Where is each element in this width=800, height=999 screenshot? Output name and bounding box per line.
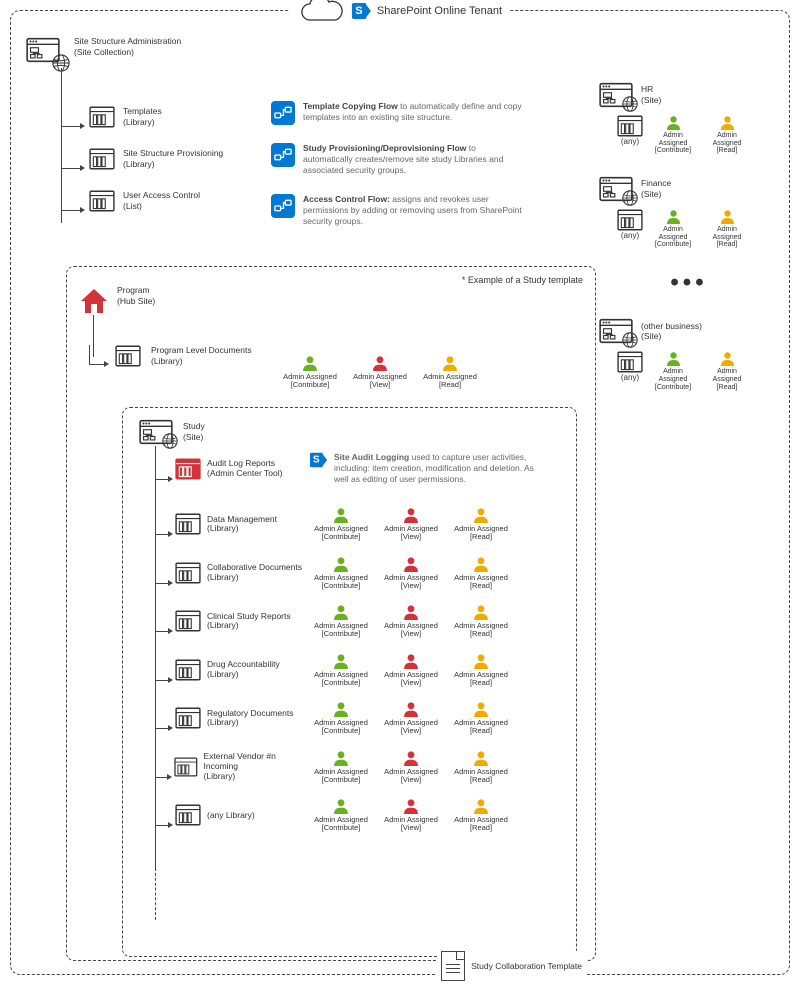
admin-label: Site Structure Administration (Site Coll… [74,36,181,68]
program-docs: Program Level Documents(Library) [89,345,252,367]
perm-contribute: Admin Assigned[Contribute] [313,604,369,639]
flow-icon [271,194,295,218]
perm-read: Admin Assigned[Read] [453,701,509,736]
perm-contribute: Admin Assigned[Contribute] [313,798,369,833]
flow-icon [271,143,295,167]
perm-contribute: Admin Assigned[Contribute] [649,115,697,155]
program-box: * Example of a Study template Program(Hu… [66,266,596,961]
business-sites: HR(Site) (any) Admin Assigned[Contribute… [599,81,779,391]
perm-read: Admin Assigned[Read] [453,750,509,785]
sharepoint-logo-icon: S [310,453,327,467]
sharepoint-logo-icon: S [352,3,371,19]
child-templates: Templates(Library) [61,106,223,128]
globe-icon [622,96,638,112]
study-head: Study(Site) [133,418,566,446]
perm-view: Admin Assigned[View] [383,556,439,591]
flows: Template Copying Flow to automatically d… [271,101,523,227]
person-icon [666,209,681,224]
flow-icon [271,101,295,125]
perm-contribute: Admin Assigned[Contribute] [313,653,369,688]
person-icon [442,355,458,371]
perm-read: Admin Assigned[Read] [453,556,509,591]
library-icon [175,562,201,584]
library-icon [175,513,201,535]
tenant-container: S SharePoint Online Tenant Site Structur… [10,10,790,975]
library-icon [617,209,643,231]
flow-template-copying: Template Copying Flow to automatically d… [271,101,523,125]
study-library-row: Clinical Study Reports(Library) Admin As… [133,604,566,639]
tenant-header: S SharePoint Online Tenant [290,0,510,26]
person-icon [720,209,735,224]
globe-icon [162,433,178,449]
admin-site: Site Structure Administration (Site Coll… [26,36,181,68]
list-icon [89,190,115,212]
perm-read: Admin Assigned[Read] [453,653,509,688]
library-icon [175,804,201,826]
library-icon [175,707,201,729]
person-icon [720,351,735,366]
study-audit: Audit Log Reports(Admin Center Tool) S S… [133,452,566,485]
perm-read: Admin Assigned[Read] [453,798,509,833]
house-icon [79,285,109,313]
study-library-row: Regulatory Documents(Library) Admin Assi… [133,701,566,736]
ellipsis: ••• [599,269,779,297]
person-icon [372,355,388,371]
example-note: * Example of a Study template [462,275,583,285]
admin-children: Templates(Library) Site Structure Provis… [61,106,223,212]
flow-study-provisioning: Study Provisioning/Deprovisioning Flow t… [271,143,523,176]
perm-view: Admin Assigned[View] [383,604,439,639]
perm-contribute: Admin Assigned[Contribute] [313,556,369,591]
library-icon [175,659,201,681]
document-icon [441,951,465,981]
perm-read: Admin Assigned[Read] [453,507,509,542]
tenant-title: SharePoint Online Tenant [377,5,502,17]
globe-icon [622,332,638,348]
library-icon [617,115,643,137]
study-library-row: Collaborative Documents(Library) Admin A… [133,556,566,591]
audit-tool-icon [175,458,201,480]
perm-read: Admin Assigned[Read] [453,604,509,639]
study-library-row: (any Library) Admin Assigned[Contribute]… [133,798,566,833]
library-icon [89,106,115,128]
person-icon [302,355,318,371]
study-box: Study(Site) Audit Log Reports(Admin Cent… [122,407,577,957]
perm-view: Admin Assigned[View] [383,653,439,688]
library-icon [617,351,643,373]
site-hr: HR(Site) (any) Admin Assigned[Contribute… [599,81,779,155]
perm-contribute: Admin Assigned[Contribute] [313,750,369,785]
site-finance: Finance(Site) (any) Admin Assigned[Contr… [599,175,779,249]
perm-view: Admin Assigned[View] [383,750,439,785]
study-library-row: Data Management(Library) Admin Assigned[… [133,507,566,542]
study-library-row: External Vendor #n Incoming(Library) Adm… [133,750,566,785]
child-access: User Access Control(List) [61,190,223,212]
program-perms: Admin Assigned[Contribute] Admin Assigne… [282,355,478,390]
library-icon [115,345,141,367]
perm-read: Admin Assigned[Read] [703,115,751,155]
program-head: Program(Hub Site) [79,285,155,313]
library-icon [174,756,198,778]
audit-desc: S Site Audit Logging used to capture use… [309,452,549,485]
perm-contribute: Admin Assigned[Contribute] [313,701,369,736]
library-icon [175,610,201,632]
study-library-row: Drug Accountability(Library) Admin Assig… [133,653,566,688]
globe-icon [622,190,638,206]
flow-access-control: Access Control Flow: assigns and revokes… [271,194,523,227]
person-icon [666,115,681,130]
person-icon [720,115,735,130]
perm-view: Admin Assigned[View] [383,701,439,736]
child-provisioning: Site Structure Provisioning(Library) [61,148,223,170]
perm-contribute: Admin Assigned[Contribute] [313,507,369,542]
person-icon [666,351,681,366]
cloud-icon [298,0,346,26]
perm-view: Admin Assigned[View] [383,507,439,542]
perm-view: Admin Assigned[View] [383,798,439,833]
template-label: Study Collaboration Template [437,951,586,981]
site-other: (other business)(Site) (any) Admin Assig… [599,317,779,391]
library-icon [89,148,115,170]
